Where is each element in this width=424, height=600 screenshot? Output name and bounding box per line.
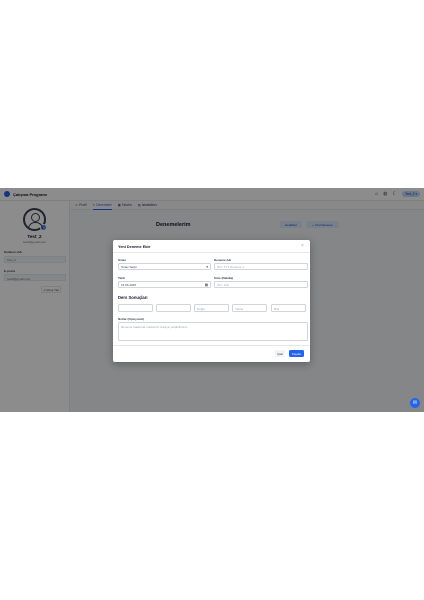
duration-label: Süre (Dakika) [214,276,234,280]
notes-textarea[interactable]: Deneme hakkında notlarınızı buraya yazab… [118,322,308,341]
exam-name-label: Deneme Adı [214,258,232,262]
question-count-input[interactable] [156,304,191,312]
exam-name-input[interactable]: Örn: TYT Deneme 1 [214,263,308,270]
calendar-icon: ▦ [204,282,208,287]
subject-select[interactable] [118,304,153,312]
results-section-title: Ders Sonuçları [118,295,148,300]
wrong-input[interactable]: Yanlış [232,304,267,312]
chat-button[interactable]: ✉ [410,398,420,408]
date-value: 15.06.2025 [121,282,137,287]
notes-label: Notlar (Opsiyonel) [118,317,145,321]
modal-footer-divider [113,345,310,346]
date-label: Tarih [118,276,126,280]
add-exam-modal: Yeni Deneme Ekle × Sınav Sınav Seçin ▾ D… [113,240,310,362]
chat-icon: ✉ [412,400,418,406]
modal-title: Yeni Deneme Ekle [118,245,151,249]
modal-header-divider [113,252,310,253]
date-input[interactable]: 15.06.2025 ▦ [118,281,211,288]
exam-type-value: Sınav Seçin [121,264,138,269]
chevron-down-icon: ▾ [206,264,208,269]
duration-input[interactable]: Örn: 120 [214,281,308,288]
close-icon[interactable]: × [301,244,304,249]
exam-type-label: Sınav [118,258,127,262]
blank-input[interactable]: Boş [271,304,306,312]
cancel-button[interactable]: İptal [275,350,285,357]
save-button[interactable]: Kaydet [289,350,304,357]
exam-type-select[interactable]: Sınav Seçin ▾ [118,263,211,270]
correct-input[interactable]: Doğru [194,304,229,312]
